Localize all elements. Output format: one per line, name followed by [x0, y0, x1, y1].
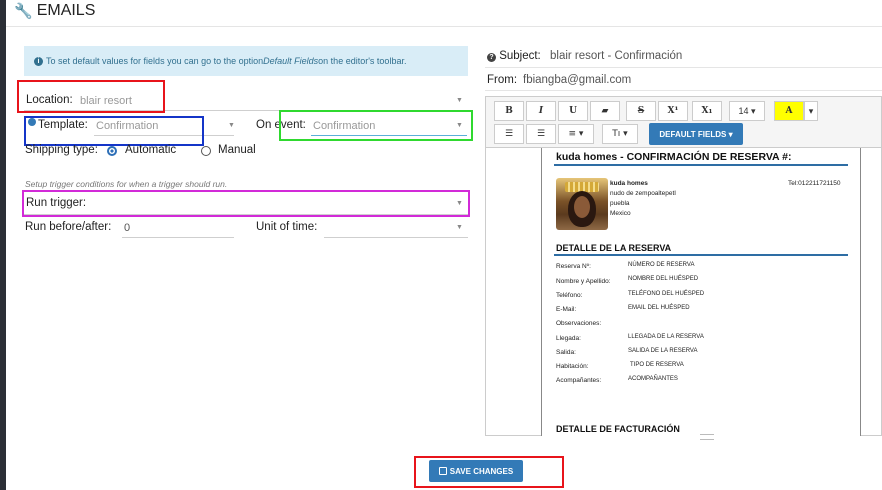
page-title: EMAILS [36, 2, 96, 19]
billing-section-title: DETALLE DE FACTURACIÓN [556, 424, 680, 434]
radio-manual[interactable] [201, 146, 211, 156]
unordered-list-button[interactable]: ☰ [494, 124, 524, 144]
row-label: Teléfono: [556, 292, 583, 299]
on-event-highlight-box [279, 110, 473, 141]
question-icon: ? [487, 53, 496, 62]
from-input[interactable]: fbiangba@gmail.com [523, 74, 631, 86]
superscript-button[interactable]: X¹ [658, 101, 688, 121]
automatic-label[interactable]: Automatic [125, 144, 176, 156]
hotel-phone: Tel:012211721150 [788, 180, 841, 187]
from-underline [485, 90, 882, 91]
from-label: From: [487, 74, 518, 86]
subject-underline [485, 67, 882, 68]
subscript-button[interactable]: X₁ [692, 101, 722, 121]
header-divider [6, 26, 882, 27]
row-value: EMAIL DEL HUÉSPED [628, 305, 690, 311]
row-value: LLEGADA DE LA RESERVA [628, 334, 704, 340]
manual-label[interactable]: Manual [218, 144, 256, 156]
row-value: ACOMPAÑANTES [628, 376, 678, 382]
bold-button[interactable]: B [494, 101, 524, 121]
radio-automatic[interactable] [107, 146, 117, 156]
row-label: Reserva Nº: [556, 263, 591, 270]
chevron-down-icon[interactable]: ▼ [456, 97, 463, 104]
subject-row: ? Subject: [487, 50, 541, 62]
shipping-type-label: Shipping type: [25, 144, 98, 156]
chevron-down-icon[interactable]: ▼ [228, 122, 235, 129]
email-document-preview: kuda homes - CONFIRMACIÓN DE RESERVA #: … [541, 148, 861, 436]
page-header: 🔧 EMAILS [14, 2, 95, 20]
default-fields-button[interactable]: DEFAULT FIELDS ▾ [649, 123, 743, 145]
hotel-address-line3: Mexico [610, 210, 631, 217]
run-before-after-label: Run before/after: [25, 221, 112, 233]
strikethrough-button[interactable]: S [626, 101, 656, 121]
run-trigger-highlight-box [22, 190, 470, 217]
left-edge-strip [0, 0, 6, 490]
hotel-logo-image [556, 178, 608, 230]
save-highlight-box [414, 456, 564, 488]
trigger-hint: Setup trigger conditions for when a trig… [25, 179, 228, 189]
row-label: Observaciones: [556, 320, 602, 327]
unit-of-time-underline [324, 237, 468, 238]
row-value: SALIDA DE LA RESERVA [628, 348, 698, 354]
row-label: E-Mail: [556, 306, 577, 313]
eraser-button[interactable]: ▰ [590, 101, 620, 121]
row-label: Habitación: [556, 363, 589, 370]
run-before-after-input[interactable]: 0 [124, 222, 130, 234]
editor-resize-handle[interactable] [700, 434, 714, 440]
hotel-address-line2: puebla [610, 200, 630, 207]
info-text-prefix: To set default values for fields you can… [46, 56, 264, 66]
hotel-address-line1: nudo de zempoaltepetl [610, 190, 676, 197]
reservation-divider [554, 254, 848, 256]
subject-input[interactable]: blair resort - Confirmación [550, 50, 682, 62]
hotel-name: kuda homes [610, 180, 648, 187]
template-highlight-box [24, 116, 204, 146]
info-text-emphasis: Default Fields [263, 56, 319, 66]
font-size-dropdown[interactable]: 14 ▾ [729, 101, 765, 121]
title-divider [554, 164, 848, 166]
row-label: Salida: [556, 349, 576, 356]
info-icon: i [34, 56, 43, 66]
text-style-dropdown[interactable]: Tı ▾ [602, 124, 638, 144]
editor-toolbar: B I U ▰ S X¹ X₁ 14 ▾ A ▾ ☰ ☰ ≡ ▾ Tı ▾ DE… [485, 96, 882, 148]
font-color-button[interactable]: A [774, 101, 804, 121]
subject-label: Subject: [499, 50, 541, 62]
document-title: kuda homes - CONFIRMACIÓN DE RESERVA #: [556, 151, 792, 163]
row-label: Nombre y Apellido: [556, 278, 611, 285]
font-color-dropdown[interactable]: ▾ [804, 101, 818, 121]
chevron-down-icon[interactable]: ▼ [456, 224, 463, 231]
unit-of-time-label: Unit of time: [256, 221, 318, 233]
ordered-list-button[interactable]: ☰ [526, 124, 556, 144]
info-alert: i To set default values for fields you c… [24, 46, 468, 76]
reservation-section-title: DETALLE DE LA RESERVA [556, 243, 672, 253]
row-value: TELÉFONO DEL HUÉSPED [628, 291, 705, 297]
row-value: TIPO DE RESERVA [630, 362, 684, 368]
paragraph-align-dropdown[interactable]: ≡ ▾ [558, 124, 594, 144]
row-value: NOMBRE DEL HUÉSPED [628, 276, 699, 282]
portrait-face [574, 196, 590, 218]
run-before-underline [122, 237, 234, 238]
row-value: NÚMERO DE RESERVA [628, 262, 695, 268]
underline-button[interactable]: U [558, 101, 588, 121]
location-highlight-box [17, 80, 165, 113]
info-text-suffix: on the editor's toolbar. [318, 56, 407, 66]
wrench-icon: 🔧 [14, 3, 33, 20]
row-label: Acompañantes: [556, 377, 602, 384]
italic-button[interactable]: I [526, 101, 556, 121]
row-label: Llegada: [556, 335, 581, 342]
